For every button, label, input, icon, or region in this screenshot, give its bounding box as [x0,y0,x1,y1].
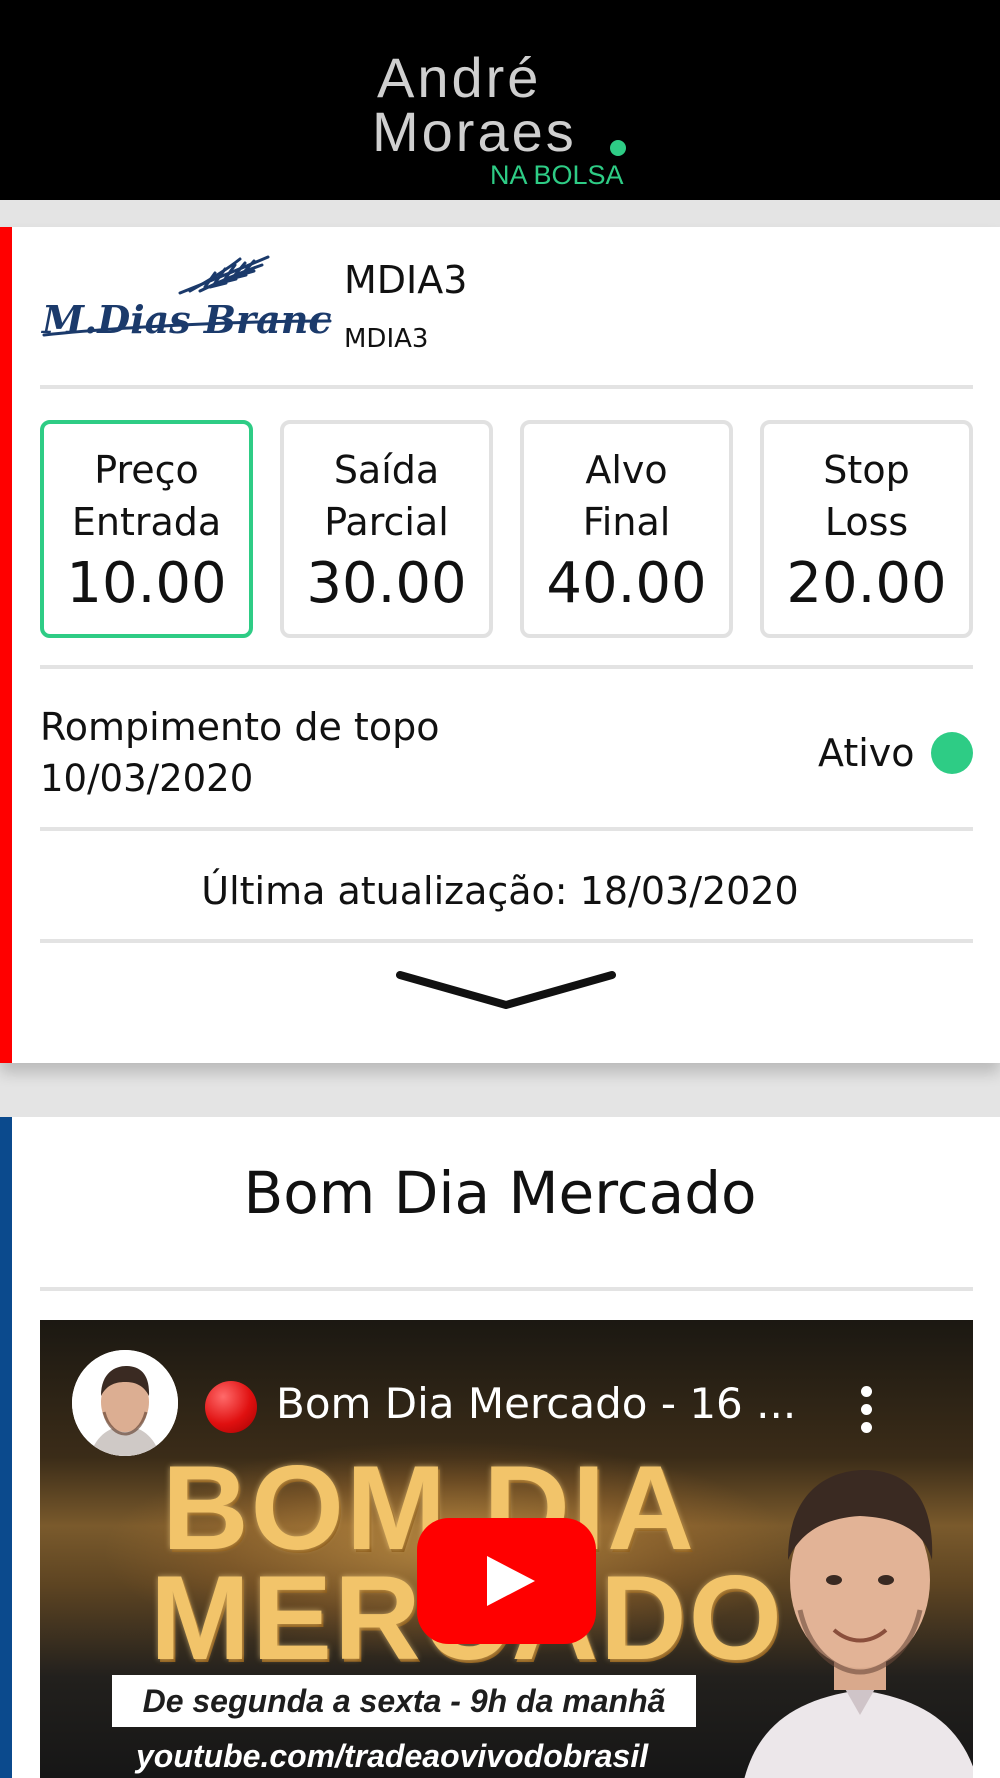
company-logo: M.Dias Branco [40,255,332,342]
setup-name: Rompimento de topo [40,705,440,749]
brand-last-name: Moraes [372,100,577,163]
brand-first-name: André [377,46,542,109]
youtube-play-icon[interactable] [417,1518,596,1644]
price-label: Preço Entrada [71,448,222,544]
brand-subtitle: NA BOLSA [490,160,624,190]
channel-avatar[interactable] [72,1350,178,1456]
price-label: Alvo Final [582,448,671,544]
section-title: Bom Dia Mercado [243,1159,757,1227]
presenter-photo [744,1470,973,1778]
banner-text: De segunda a sexta - 9h da manhã [142,1683,666,1719]
price-box-stop-loss[interactable]: Stop Loss 20.00 [760,420,973,638]
live-indicator-icon [205,1381,257,1433]
brand-dot-icon [610,140,626,156]
price-value: 20.00 [786,551,947,616]
divider [40,1287,973,1291]
more-vert-icon[interactable] [852,1380,882,1440]
status-label: Ativo [818,731,915,775]
last-update-text: Última atualização: 18/03/2020 [201,869,799,913]
price-box-entry[interactable]: Preço Entrada 10.00 [40,420,253,638]
company-logo-text: M.Dias Branco [40,297,332,342]
ticker-card: M.Dias Branco MDIA3 MDIA3 Preço Entrada … [0,227,1000,1063]
thumbnail-banner: De segunda a sexta - 9h da manhã [112,1675,696,1727]
price-value: 40.00 [546,551,707,616]
price-value: 10.00 [66,551,227,616]
video-title[interactable]: Bom Dia Mercado - 16 ... [276,1376,796,1432]
status-dot-icon [931,732,973,774]
divider [40,385,973,389]
youtube-video-player[interactable]: BOM DIA MERCADO Bom Dia Mercado - 16 ... [40,1320,973,1778]
divider [40,665,973,669]
ticker-subtitle: MDIA3 [344,324,429,354]
avatar-image [72,1350,178,1456]
divider [40,939,973,943]
app-header: André Moraes NA BOLSA [0,0,1000,200]
price-box-partial-exit[interactable]: Saída Parcial 30.00 [280,420,493,638]
ticker-symbol: MDIA3 [344,258,468,302]
price-label: Stop Loss [823,448,910,544]
card-status-stripe [0,227,12,1063]
price-box-final-target[interactable]: Alvo Final 40.00 [520,420,733,638]
price-label: Saída Parcial [324,448,449,544]
video-card: Bom Dia Mercado BOM DIA MERCADO [0,1117,1000,1778]
setup-date: 10/03/2020 [40,757,254,800]
chevron-down-icon[interactable] [396,967,616,1027]
divider [40,827,973,831]
thumbnail-url-text: youtube.com/tradeaovivodobrasil [136,1738,649,1774]
brand-logo[interactable]: André Moraes NA BOLSA [372,48,642,198]
price-value: 30.00 [306,551,467,616]
